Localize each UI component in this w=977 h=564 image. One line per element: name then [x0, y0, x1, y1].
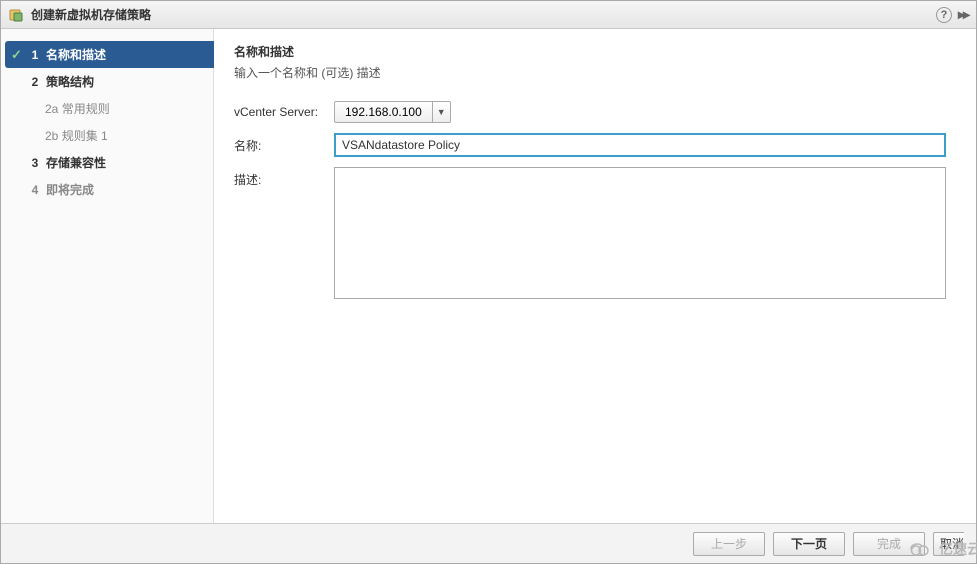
vcenter-label: vCenter Server:	[234, 101, 334, 119]
step-label: 存储兼容性	[46, 154, 106, 171]
name-row: 名称:	[234, 133, 956, 157]
storage-policy-icon	[9, 7, 25, 23]
vcenter-row: vCenter Server: 192.168.0.100 ▼	[234, 101, 956, 123]
substep-common-rules[interactable]: 2a 常用规则	[5, 95, 213, 122]
step-number: 2	[28, 75, 42, 89]
dialog-footer: 上一步 下一页 完成 取消	[1, 523, 976, 563]
description-label: 描述:	[234, 167, 334, 188]
step-label: 名称和描述	[46, 46, 106, 63]
back-button[interactable]: 上一步	[693, 532, 765, 556]
help-button[interactable]: ?	[936, 7, 952, 23]
dialog-title: 创建新虚拟机存储策略	[31, 6, 936, 23]
vcenter-dropdown[interactable]: 192.168.0.100 ▼	[334, 101, 451, 123]
section-title: 名称和描述	[234, 43, 956, 60]
content-panel: 名称和描述 输入一个名称和 (可选) 描述 vCenter Server: 19…	[214, 29, 976, 523]
wizard-sidebar: ✓ 1 名称和描述 2 策略结构 2a 常用规则 2b 规则集 1 3 存储兼容…	[1, 29, 214, 523]
description-row: 描述:	[234, 167, 956, 302]
substep-label: 常用规则	[62, 102, 110, 116]
step-number: 1	[28, 48, 42, 62]
policy-name-input[interactable]	[334, 133, 946, 157]
policy-description-input[interactable]	[334, 167, 946, 299]
name-label: 名称:	[234, 133, 334, 154]
vcenter-value: 192.168.0.100	[335, 102, 432, 122]
substep-number: 2b	[45, 129, 58, 143]
substep-label: 规则集 1	[62, 129, 108, 143]
substep-ruleset-1[interactable]: 2b 规则集 1	[5, 122, 213, 149]
expand-button[interactable]: ▸▸	[958, 6, 968, 23]
substep-number: 2a	[45, 102, 58, 116]
step-label: 策略结构	[46, 73, 94, 90]
step-ready-complete[interactable]: 4 即将完成	[5, 176, 213, 203]
step-number: 4	[28, 183, 42, 197]
step-name-description[interactable]: ✓ 1 名称和描述	[5, 41, 214, 68]
check-icon: ✓	[11, 47, 25, 63]
create-storage-policy-dialog: 创建新虚拟机存储策略 ? ▸▸ ✓ 1 名称和描述 2 策略结构 2a 常用规则…	[0, 0, 977, 564]
chevron-down-icon: ▼	[432, 102, 450, 122]
step-number: 3	[28, 156, 42, 170]
next-button[interactable]: 下一页	[773, 532, 845, 556]
dialog-body: ✓ 1 名称和描述 2 策略结构 2a 常用规则 2b 规则集 1 3 存储兼容…	[1, 29, 976, 523]
titlebar: 创建新虚拟机存储策略 ? ▸▸	[1, 1, 976, 29]
section-subtitle: 输入一个名称和 (可选) 描述	[234, 64, 956, 81]
finish-button[interactable]: 完成	[853, 532, 925, 556]
step-policy-structure[interactable]: 2 策略结构	[5, 68, 213, 95]
step-storage-compatibility[interactable]: 3 存储兼容性	[5, 149, 213, 176]
cancel-button[interactable]: 取消	[933, 532, 964, 556]
step-label: 即将完成	[46, 181, 94, 198]
